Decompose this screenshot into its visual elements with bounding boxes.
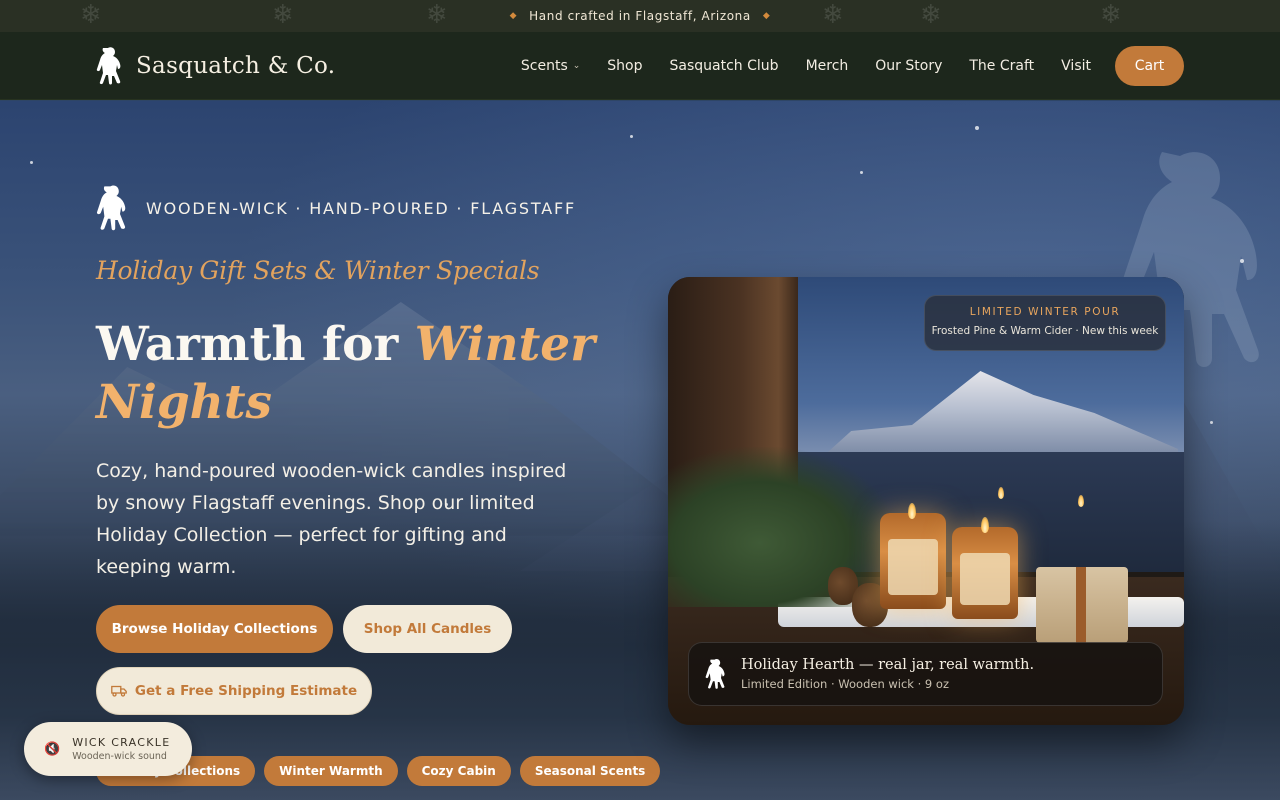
- snowflake-dot: [975, 126, 979, 130]
- candle-jar-image: [880, 513, 946, 609]
- sasquatch-icon: [96, 47, 121, 85]
- nav-link-merch[interactable]: Merch: [806, 58, 849, 74]
- cart-button[interactable]: Cart: [1115, 46, 1184, 86]
- product-caption: Holiday Hearth — real jar, real warmth. …: [688, 642, 1163, 706]
- nav-link-label: Shop: [607, 58, 643, 74]
- snowflake-dot: [30, 161, 33, 164]
- announcement-bar: ❄ ❄ ❄ ❄ ❄ ❄ ◆ Hand crafted in Flagstaff,…: [0, 0, 1280, 32]
- feature-card: LIMITED WINTER POUR Frosted Pine & Warm …: [668, 277, 1184, 725]
- sound-toggle-subtitle: Wooden-wick sound: [72, 751, 167, 762]
- chip-cozy-cabin[interactable]: Cozy Cabin: [406, 756, 511, 786]
- nav-link-shop[interactable]: Shop: [607, 58, 642, 74]
- chip-winter-warmth[interactable]: Winter Warmth: [264, 756, 398, 786]
- caption-title: Holiday Hearth — real jar, real warmth.: [741, 657, 1035, 673]
- candle-flame: [908, 503, 916, 519]
- brand-name: Sasquatch & Co.: [136, 53, 336, 79]
- candle-flame: [981, 517, 989, 533]
- candle-flame: [998, 487, 1004, 499]
- diamond-icon: ◆: [762, 11, 771, 21]
- snowflake-icon: ❄: [80, 0, 103, 30]
- nav-link-the-craft[interactable]: The Craft: [969, 58, 1034, 74]
- hero-script-subtitle: Holiday Gift Sets & Winter Specials: [96, 256, 540, 285]
- nav-link-label: The Craft: [969, 58, 1035, 74]
- nav-link-visit[interactable]: Visit: [1061, 58, 1091, 74]
- snowflake-icon: ❄: [920, 0, 943, 30]
- jar-label: [960, 553, 1010, 605]
- sasquatch-icon: [96, 185, 126, 231]
- nav-link-label: Visit: [1061, 58, 1091, 74]
- candle-jar-image: [952, 527, 1018, 619]
- badge-subtitle: Frosted Pine & Warm Cider · New this wee…: [931, 325, 1159, 337]
- jar-label: [888, 539, 938, 595]
- snowflake-dot: [860, 171, 863, 174]
- snowflake-dot: [630, 135, 633, 138]
- nav-link-sasquatch-club[interactable]: Sasquatch Club: [670, 58, 779, 74]
- hero-eyebrow: WOODEN-WICK · HAND-POURED · FLAGSTAFF: [96, 183, 576, 233]
- nav-link-label: Our Story: [875, 58, 943, 74]
- snowflake-dot: [1240, 259, 1244, 263]
- browse-holiday-collections-button[interactable]: Browse Holiday Collections: [96, 605, 333, 653]
- caption-subtitle: Limited Edition · Wooden wick · 9 oz: [741, 677, 949, 691]
- sound-toggle-text: WICK CRACKLE Wooden-wick sound: [72, 736, 170, 762]
- gift-box-image: [1036, 567, 1128, 643]
- nav-link-label: Merch: [805, 58, 849, 74]
- badge-title: LIMITED WINTER POUR: [969, 306, 1121, 318]
- nav-link-our-story[interactable]: Our Story: [875, 58, 942, 74]
- hero-headline: Warmth for Winter Nights: [96, 316, 596, 432]
- main-nav: Sasquatch & Co. Scents ⌄ Shop Sasquatch …: [0, 32, 1280, 100]
- shipping-estimate-button[interactable]: Get a Free Shipping Estimate: [96, 667, 372, 715]
- nav-links: Scents ⌄ Shop Sasquatch Club Merch Our S…: [494, 46, 1184, 86]
- chip-seasonal-scents[interactable]: Seasonal Scents: [519, 756, 661, 786]
- hero-section: WOODEN-WICK · HAND-POURED · FLAGSTAFF Ho…: [0, 101, 1280, 800]
- snowflake-dot: [1210, 421, 1213, 424]
- button-label: Shop All Candles: [363, 621, 492, 637]
- button-label: Get a Free Shipping Estimate: [134, 683, 358, 699]
- headline-plain: Warmth for: [96, 317, 415, 372]
- shop-all-candles-button[interactable]: Shop All Candles: [343, 605, 512, 653]
- snowflake-icon: ❄: [426, 0, 449, 30]
- sasquatch-icon: [705, 658, 725, 689]
- brand-logo-link[interactable]: Sasquatch & Co.: [96, 46, 335, 86]
- speaker-muted-icon: 🔇: [44, 741, 61, 757]
- announcement-text: Hand crafted in Flagstaff, Arizona: [529, 9, 751, 23]
- nav-link-label: Scents: [520, 58, 568, 74]
- sound-toggle-title: WICK CRACKLE: [72, 736, 171, 749]
- button-label: Browse Holiday Collections: [111, 621, 318, 637]
- limited-pour-badge: LIMITED WINTER POUR Frosted Pine & Warm …: [924, 295, 1166, 351]
- caption-text: Holiday Hearth — real jar, real warmth. …: [741, 657, 1034, 691]
- eyebrow-text: WOODEN-WICK · HAND-POURED · FLAGSTAFF: [146, 198, 576, 218]
- hero-lede: Cozy, hand-poured wooden-wick candles in…: [96, 460, 567, 578]
- nav-link-label: Sasquatch Club: [669, 58, 779, 74]
- snowflake-icon: ❄: [822, 0, 845, 30]
- snowflake-icon: ❄: [1100, 0, 1123, 30]
- nav-link-scents[interactable]: Scents ⌄: [521, 58, 580, 74]
- chevron-down-icon: ⌄: [572, 61, 581, 71]
- diamond-icon: ◆: [509, 11, 518, 21]
- snowflake-icon: ❄: [272, 0, 295, 30]
- truck-icon: [111, 685, 127, 697]
- wick-crackle-sound-toggle[interactable]: 🔇 WICK CRACKLE Wooden-wick sound: [24, 722, 192, 776]
- candle-flame: [1078, 495, 1084, 507]
